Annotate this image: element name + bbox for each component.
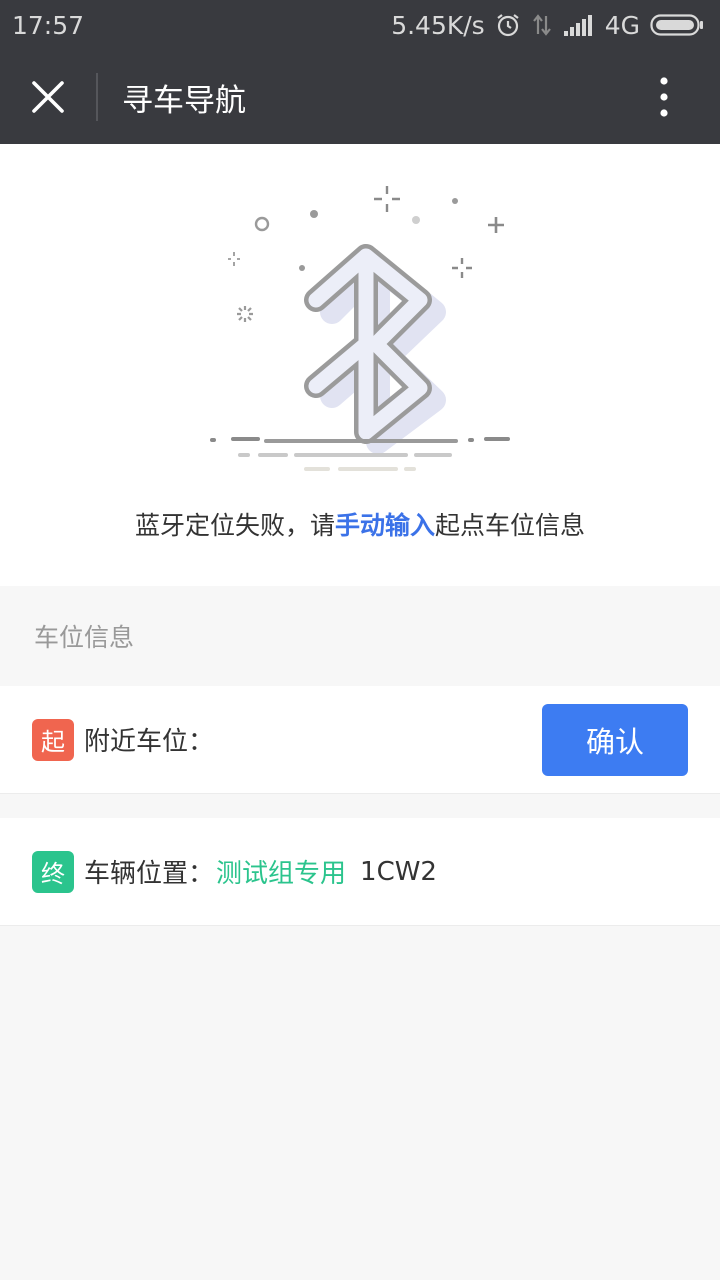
- section-title: 车位信息: [0, 586, 720, 685]
- vehicle-location-row: 终 车辆位置： 测试组专用 1CW2: [0, 818, 720, 926]
- more-vertical-icon: [660, 77, 668, 117]
- battery-icon: [650, 13, 704, 37]
- bluetooth-failure-message: 蓝牙定位失败，请手动输入起点车位信息: [0, 506, 720, 542]
- close-button[interactable]: [0, 50, 96, 144]
- bluetooth-failure-panel: 蓝牙定位失败，请手动输入起点车位信息: [0, 144, 720, 586]
- vehicle-location-label: 车辆位置：: [84, 859, 215, 889]
- nav-divider: [96, 73, 98, 121]
- signal-icon: [563, 13, 595, 37]
- bluetooth-illustration: [210, 186, 510, 471]
- close-icon: [32, 81, 64, 113]
- data-arrows-icon: [531, 12, 553, 38]
- page-title: 寻车导航: [122, 82, 246, 119]
- nav-bar: 寻车导航: [0, 50, 720, 144]
- confirm-button[interactable]: 确认: [542, 703, 688, 776]
- more-button[interactable]: [608, 50, 720, 144]
- status-indicators: 5.45K/s 4G: [391, 11, 704, 40]
- network-type: 4G: [604, 10, 640, 40]
- alarm-icon: [495, 12, 521, 38]
- status-time: 17:57: [12, 10, 85, 40]
- manual-input-link[interactable]: 手动输入: [335, 511, 435, 540]
- start-badge: 起: [32, 718, 74, 761]
- nearby-spot-label: 附近车位：: [84, 727, 215, 757]
- network-speed: 5.45K/s: [391, 10, 485, 40]
- end-badge: 终: [32, 850, 74, 893]
- parking-spot-number: 1CW2: [360, 856, 437, 887]
- status-bar: 17:57 5.45K/s 4G: [0, 0, 720, 50]
- message-suffix: 起点车位信息: [435, 511, 586, 540]
- parking-group: 测试组专用: [216, 859, 347, 889]
- start-location-row: 起 附近车位： 确认: [0, 686, 720, 794]
- message-prefix: 蓝牙定位失败，请: [134, 511, 335, 540]
